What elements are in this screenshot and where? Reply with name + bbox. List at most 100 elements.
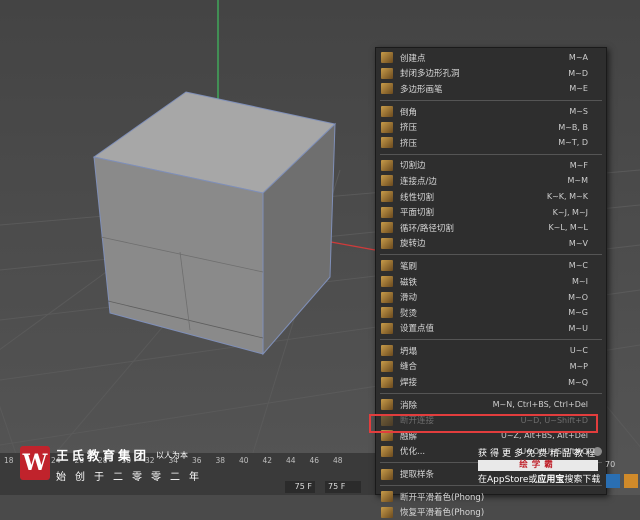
menu-item-label: 熨烫 [400,308,418,319]
line-cut-icon [381,191,393,203]
menu-item-label: 挤压 [400,123,418,134]
menu-item[interactable]: 切割边 M~F [376,158,606,174]
menu-item-shortcut: M~P [569,361,588,371]
menu-item[interactable]: 循环/路径切割 K~L, M~L [376,220,606,236]
connect-points-edges-icon [381,175,393,187]
menu-item[interactable]: 挤压 M~B, B [376,119,606,135]
menu-item-shortcut: M~I [572,277,588,287]
menu-item-label: 倒角 [400,107,418,118]
weld-icon [381,376,393,388]
break-phong-icon [381,491,393,503]
menu-separator [380,339,602,341]
ruler-tick-label: 48 [333,456,343,465]
dissolve-icon [381,399,393,411]
menu-separator [380,254,602,256]
bevel-icon [381,106,393,118]
menu-item[interactable]: 缝合 M~P [376,359,606,375]
menu-item-label: 循环/路径切割 [400,223,454,234]
layout-button[interactable] [606,474,620,488]
promo-store: AppStore [487,475,529,485]
collapse-icon [381,345,393,357]
menu-item-label: 滑动 [400,293,418,304]
menu-item[interactable]: 滑动 M~O [376,289,606,305]
promo-pre: 在 [478,475,488,485]
menu-item[interactable]: 平面切割 K~J, M~J [376,204,606,220]
menu-item-label: 多边形画笔 [400,84,443,95]
menu-item-label: 旋转边 [400,239,426,250]
end-frame-field[interactable]: 75 F [325,481,361,493]
menu-item[interactable]: 设置点值 M~U [376,321,606,337]
menu-item[interactable]: 坍塌 U~C [376,343,606,359]
render-button[interactable] [624,474,638,488]
watermark-subtitle: 始创于二零零二年 [56,472,208,483]
menu-item[interactable]: 连接点/边 M~M [376,173,606,189]
menu-item[interactable]: 创建点 M~A [376,50,606,66]
menu-separator [380,392,602,394]
bridge-icon [381,121,393,133]
menu-item-label: 线性切割 [400,192,435,203]
watermark-title: 王氏教育集团 [56,448,150,463]
ruler-tick-label: 44 [286,456,296,465]
menu-item-label: 平面切割 [400,208,435,219]
extract-spline-icon [381,468,393,480]
plane-cut-icon [381,206,393,218]
menu-item-shortcut: M~F [569,160,588,170]
menu-item-shortcut: M~A [568,53,588,63]
menu-item[interactable]: 焊接 M~Q [376,374,606,390]
loop-path-cut-icon [381,222,393,234]
menu-item-shortcut: M~O [568,292,588,302]
menu-item[interactable]: 封闭多边形孔洞 M~D [376,66,606,82]
melt-icon [381,430,393,442]
menu-item-shortcut: M~V [568,238,588,248]
promo-app: 应用宝 [537,475,565,485]
menu-item[interactable]: 断开连接 U~D, U~Shift+D [376,412,606,428]
menu-item-label: 笔刷 [400,261,418,272]
context-menu[interactable]: 创建点 M~A 封闭多边形孔洞 M~D 多边形画笔 M~E 倒角 M~S 挤压 M~B, B 挤压 M… [375,47,607,518]
menu-item[interactable]: 笔刷 M~C [376,258,606,274]
disconnect-icon [381,414,393,426]
menu-item-label: 消除 [400,400,418,411]
promo-badge: 绘学霸 [478,460,598,471]
ruler-tick-label: 40 [239,456,249,465]
menu-item[interactable]: 恢复平滑着色(Phong) [376,504,606,520]
menu-item-label: 封闭多边形孔洞 [400,69,460,80]
menu-item[interactable]: 磁铁 M~I [376,274,606,290]
menu-item-shortcut: M~U [568,323,588,333]
menu-item-shortcut: K~K, M~K [546,192,588,202]
create-point-icon [381,52,393,64]
promo-number: 70 [605,460,616,469]
menu-item[interactable]: 消除 M~N, Ctrl+BS, Ctrl+Del [376,397,606,413]
set-point-value-icon [381,322,393,334]
iron-icon [381,307,393,319]
menu-item[interactable]: 融解 U~Z, Alt+BS, Alt+Del [376,428,606,444]
optimize-icon [381,445,393,457]
menu-item-label: 磁铁 [400,277,418,288]
cut-edges-icon [381,159,393,171]
menu-item-label: 坍塌 [400,346,418,357]
ruler-tick-label: 36 [192,456,202,465]
menu-item[interactable]: 熨烫 M~G [376,305,606,321]
magnet-icon [381,276,393,288]
menu-item[interactable]: 挤压 M~T, D [376,135,606,151]
menu-item-shortcut: M~N, Ctrl+BS, Ctrl+Del [492,400,588,410]
menu-item-shortcut: K~J, M~J [552,207,588,217]
menu-item-label: 挤压 [400,138,418,149]
menu-item[interactable]: 倒角 M~S [376,104,606,120]
restore-phong-icon [381,506,393,518]
current-frame-field[interactable]: 75 F [285,481,315,493]
menu-item-shortcut: M~Q [568,377,588,387]
menu-item-label: 焊接 [400,378,418,389]
polygon-pen-icon [381,83,393,95]
menu-item-label: 断开平滑着色(Phong) [400,492,485,503]
ruler-tick-label: 46 [309,456,320,465]
menu-item[interactable]: 断开平滑着色(Phong) [376,489,606,505]
menu-item-shortcut: M~S [569,107,588,117]
promo-download-text: 在AppStore或应用宝搜索下载 [478,472,600,485]
watermark-logo: W [20,446,50,480]
menu-item[interactable]: 旋转边 M~V [376,236,606,252]
menu-item[interactable]: 多边形画笔 M~E [376,81,606,97]
menu-item-label: 缝合 [400,362,418,373]
menu-item-label: 创建点 [400,53,426,64]
menu-item[interactable]: 线性切割 K~K, M~K [376,189,606,205]
menu-item-label: 连接点/边 [400,176,437,187]
